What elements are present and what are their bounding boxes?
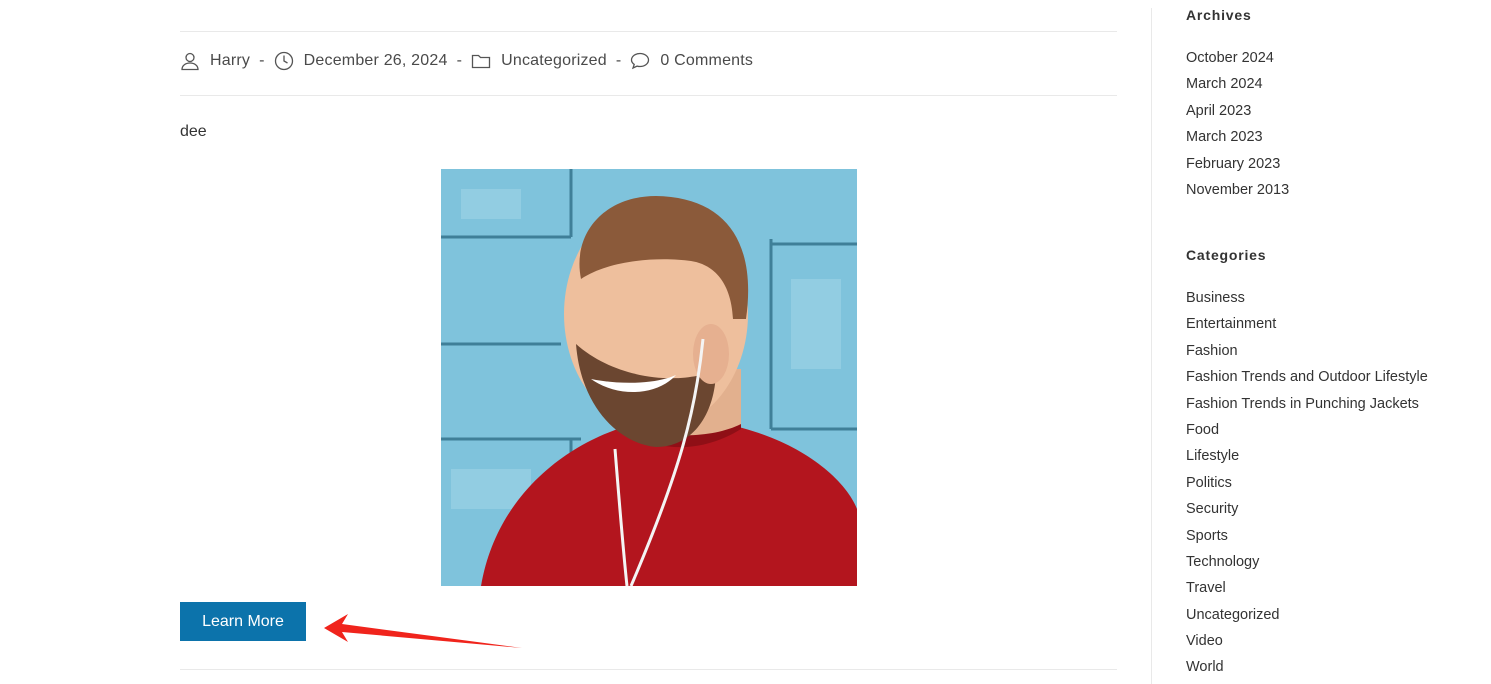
archive-link[interactable]: March 2024 bbox=[1186, 75, 1289, 101]
post-date: December 26, 2024 bbox=[303, 52, 448, 69]
clock-icon bbox=[274, 51, 294, 71]
category-link[interactable]: Security bbox=[1186, 500, 1428, 526]
categories-title: Categories bbox=[1186, 247, 1267, 263]
comments-link[interactable]: 0 Comments bbox=[660, 52, 753, 70]
category-link[interactable]: Fashion bbox=[1186, 342, 1428, 368]
category-link[interactable]: Uncategorized bbox=[1186, 606, 1428, 632]
post-excerpt: dee bbox=[180, 123, 207, 140]
category-link[interactable]: Business bbox=[1186, 289, 1428, 315]
category-link[interactable]: Video bbox=[1186, 632, 1428, 658]
archive-link[interactable]: November 2013 bbox=[1186, 181, 1289, 207]
archive-link[interactable]: April 2023 bbox=[1186, 102, 1289, 128]
category-link[interactable]: Technology bbox=[1186, 553, 1428, 579]
meta-separator: - bbox=[456, 52, 463, 69]
categories-list: Business Entertainment Fashion Fashion T… bbox=[1186, 289, 1428, 684]
archive-link[interactable]: October 2024 bbox=[1186, 49, 1289, 75]
post-meta: Harry - December 26, 2024 - Uncategorize… bbox=[180, 48, 753, 74]
category-link[interactable]: Food bbox=[1186, 421, 1428, 447]
meta-author: Harry bbox=[180, 51, 250, 71]
category-link[interactable]: Lifestyle bbox=[1186, 447, 1428, 473]
top-divider bbox=[180, 31, 1117, 32]
annotation-arrow bbox=[324, 614, 522, 648]
comment-icon bbox=[630, 51, 650, 71]
category-link[interactable]: Fashion Trends in Punching Jackets bbox=[1186, 395, 1428, 421]
meta-separator: - bbox=[615, 52, 622, 69]
category-link[interactable]: Fashion Trends and Outdoor Lifestyle bbox=[1186, 368, 1428, 394]
bottom-divider bbox=[180, 669, 1117, 670]
sidebar-divider bbox=[1151, 8, 1152, 684]
archive-link[interactable]: March 2023 bbox=[1186, 128, 1289, 154]
category-link[interactable]: Uncategorized bbox=[501, 52, 607, 70]
category-link[interactable]: Travel bbox=[1186, 579, 1428, 605]
meta-category: Uncategorized bbox=[471, 51, 607, 71]
post-image bbox=[441, 169, 857, 586]
folder-icon bbox=[471, 51, 491, 71]
category-link[interactable]: World bbox=[1186, 658, 1428, 684]
archives-title: Archives bbox=[1186, 7, 1252, 23]
meta-date: December 26, 2024 bbox=[274, 51, 448, 71]
learn-more-button[interactable]: Learn More bbox=[180, 602, 306, 641]
meta-separator: - bbox=[259, 52, 265, 69]
category-link[interactable]: Entertainment bbox=[1186, 315, 1428, 341]
category-link[interactable]: Sports bbox=[1186, 527, 1428, 553]
meta-comments: 0 Comments bbox=[630, 51, 753, 71]
meta-divider bbox=[180, 95, 1117, 96]
category-link[interactable]: Politics bbox=[1186, 474, 1428, 500]
archives-list: October 2024 March 2024 April 2023 March… bbox=[1186, 49, 1289, 207]
user-icon bbox=[180, 51, 200, 71]
archive-link[interactable]: February 2023 bbox=[1186, 155, 1289, 181]
author-link[interactable]: Harry bbox=[210, 52, 250, 70]
